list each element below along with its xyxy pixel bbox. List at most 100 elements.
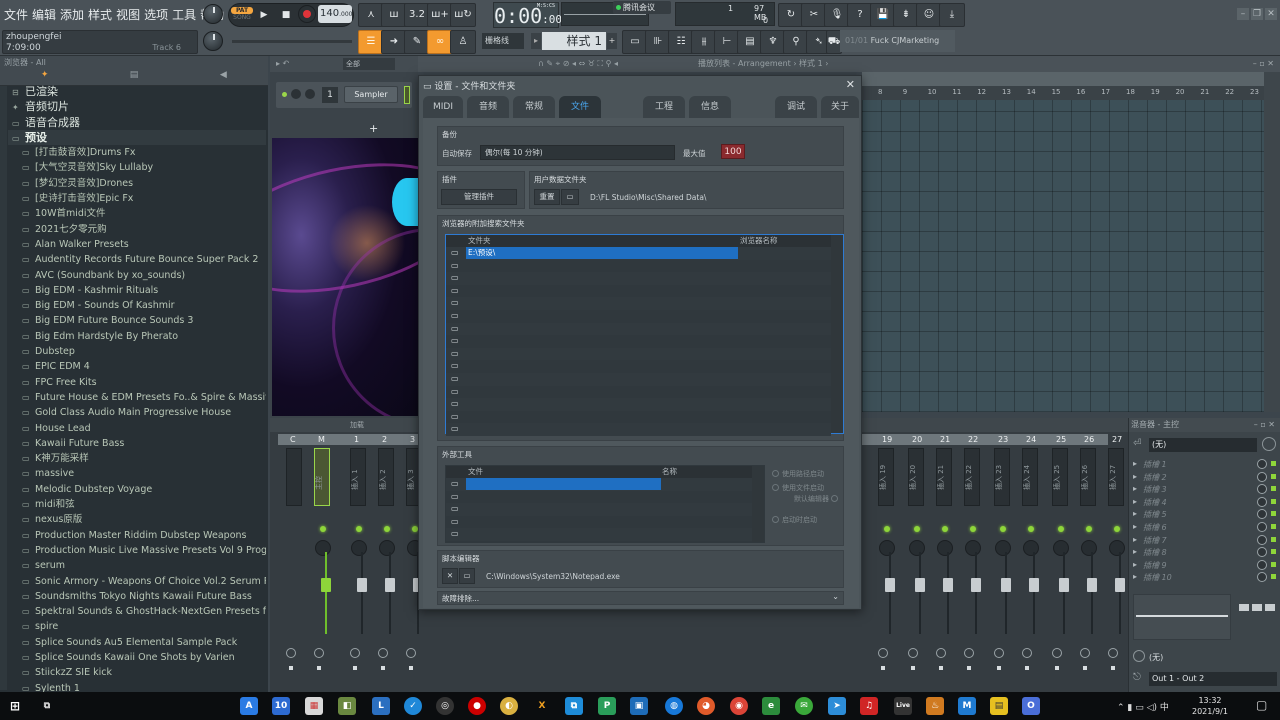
search-folders-scrollbar[interactable] [831, 235, 843, 433]
browser-item[interactable]: ▭ 语音合成器 [8, 115, 266, 130]
launch-on-start-radio[interactable]: 启动时启动 [772, 515, 817, 525]
volume-fader[interactable] [357, 578, 367, 592]
effect-slot[interactable]: ▸ 插槽 7 [1133, 534, 1279, 547]
pan-knob[interactable] [1053, 540, 1069, 556]
effect-slot[interactable]: ▸ 插槽 8 [1133, 546, 1279, 559]
search-folder-path[interactable] [466, 323, 468, 335]
menu-patterns[interactable]: 样式 [88, 6, 112, 23]
browser-tab-all-icon[interactable]: ✦ [0, 70, 89, 85]
manage-plugins-button[interactable]: 管理插件 [441, 189, 517, 205]
track-enable-led[interactable] [1028, 526, 1034, 532]
browser-scrollbar[interactable] [0, 86, 7, 690]
pycharm-icon[interactable]: P [598, 697, 616, 715]
search-folder-path[interactable] [466, 423, 468, 435]
folder-icon[interactable]: ▭ [451, 529, 459, 538]
search-folder-path[interactable] [466, 335, 468, 347]
app-screen-icon[interactable]: ▤ [990, 697, 1008, 715]
volume-fader[interactable] [1029, 578, 1039, 592]
clock-icon[interactable] [1080, 648, 1090, 658]
browser-item[interactable]: ▭ Gold Class Audio Main Progressive House [8, 405, 266, 420]
effect-slot[interactable]: ▸ 插槽 5 [1133, 508, 1279, 521]
track-enable-led[interactable] [1114, 526, 1120, 532]
browser-item[interactable]: ▭ Audentity Records Future Bounce Super P… [8, 252, 266, 267]
track-enable-led[interactable] [970, 526, 976, 532]
mixer-track-number[interactable]: 22 [968, 434, 978, 445]
browser-item[interactable]: ▭ Big EDM Future Bounce Sounds 3 [8, 313, 266, 328]
track-enable-led[interactable] [356, 526, 362, 532]
external-tool-row[interactable]: ▭ [446, 491, 752, 504]
browser-item[interactable]: ▭ [打击鼓音效]Drums Fx [8, 145, 266, 160]
clock-icon[interactable] [994, 648, 1004, 658]
send-dot[interactable] [381, 666, 385, 670]
search-folder-row[interactable]: ▭ [446, 423, 831, 436]
browser-item[interactable]: ▭ Kawaii Future Bass [8, 436, 266, 451]
windows-start-icon[interactable]: ⊞ [6, 697, 24, 715]
eq-sliders[interactable] [1237, 594, 1277, 640]
browser-item[interactable]: ▭ Splice Sounds Au5 Elemental Sample Pack [8, 635, 266, 650]
app-mc-icon[interactable]: ◧ [338, 697, 356, 715]
mixer-strip[interactable]: 插入 21 [932, 448, 959, 688]
browser-header[interactable]: 浏览器 - All [0, 56, 268, 70]
external-tool-file[interactable] [466, 516, 468, 528]
volume-fader[interactable] [915, 578, 925, 592]
app-color-icon[interactable]: ◕ [697, 697, 715, 715]
pan-knob[interactable] [379, 540, 395, 556]
app-10-icon[interactable]: 10 [272, 697, 290, 715]
wechat-icon[interactable]: ✉ [795, 697, 813, 715]
browser-item[interactable]: ▭ Big EDM - Sounds Of Kashmir [8, 298, 266, 313]
menu-options[interactable]: 选项 [144, 6, 168, 23]
output-select[interactable]: Out 1 - Out 2 [1149, 672, 1277, 686]
browser-item[interactable]: ▭ FPC Free Kits [8, 375, 266, 390]
mixer-strip[interactable]: 插入 2 [374, 448, 401, 688]
mixer-track-number[interactable]: 25 [1056, 434, 1066, 445]
mixer-preset-label[interactable]: 加载 [350, 421, 364, 429]
search-folder-row[interactable]: ▭ [446, 373, 831, 386]
pan-knob[interactable] [995, 540, 1011, 556]
pattern-prev-icon[interactable]: ▸ [531, 33, 541, 49]
search-folder-path[interactable] [466, 285, 468, 297]
play-button[interactable]: ▶ [255, 6, 273, 25]
app-x-icon[interactable]: X [533, 697, 551, 715]
send-dot[interactable] [1083, 666, 1087, 670]
external-tool-row[interactable]: ▭ [446, 528, 752, 541]
mixer-strip[interactable]: 插入 20 [904, 448, 931, 688]
reset-button[interactable]: 重置 [534, 189, 560, 205]
default-editor-radio[interactable]: 默认编辑器 [794, 494, 841, 504]
volume-fader[interactable] [1115, 578, 1125, 592]
minimize-icon[interactable]: – [1237, 8, 1249, 20]
pan-knob[interactable] [879, 540, 895, 556]
add-channel-icon[interactable]: + [369, 122, 378, 135]
max-backups-field[interactable]: 100 [721, 144, 745, 159]
playlist-tools-icon[interactable]: ∩ ✎ ⌖ ⊘ ◂ ⇔ ♉ ⛶ ⚲ ◂ [538, 56, 618, 72]
browser-tab-plugins-icon[interactable]: ◀ [179, 70, 268, 85]
browser-item[interactable]: ▭ [大气空灵音效]Sky Lullaby [8, 160, 266, 175]
send-dot[interactable] [1055, 666, 1059, 670]
meeting-indicator[interactable]: 腾讯会议 [613, 1, 671, 14]
mixer-strip[interactable]: 插入 27 [1104, 448, 1131, 688]
mixer-track-number[interactable]: 26 [1084, 434, 1094, 445]
browser-item[interactable]: ▭ Alan Walker Presets [8, 237, 266, 252]
eq-display[interactable] [1133, 594, 1231, 640]
track-enable-led[interactable] [914, 526, 920, 532]
troubleshooting-expander[interactable]: 故障排除... ⌄ [437, 591, 844, 605]
slot-mix-knob[interactable] [1257, 559, 1267, 570]
send-dot[interactable] [289, 666, 293, 670]
mixer-track-number[interactable]: 27 [1112, 434, 1122, 445]
external-tool-row[interactable]: ▭ [446, 478, 752, 491]
browser-tab-project-icon[interactable]: ▤ [89, 70, 178, 85]
folder-icon[interactable]: ▭ [451, 492, 459, 501]
folder-icon[interactable]: ▭ [451, 261, 459, 270]
volume-fader[interactable] [1059, 578, 1069, 592]
effect-slot[interactable]: ▸ 插槽 3 [1133, 483, 1279, 496]
slot-mix-knob[interactable] [1257, 522, 1267, 532]
channel-name-button[interactable]: Sampler [344, 86, 398, 103]
folder-icon[interactable]: ▭ [451, 504, 459, 513]
stop-button[interactable]: ■ [277, 6, 295, 25]
browser-item[interactable]: ▭ Big Edm Hardstyle By Pherato [8, 329, 266, 344]
external-tool-file[interactable] [466, 528, 468, 540]
search-folder-row[interactable]: ▭ [446, 335, 831, 348]
master-pitch-knob[interactable] [203, 31, 223, 51]
tab-general[interactable]: 常规 [513, 96, 555, 118]
search-folders-list[interactable]: 文件夹 浏览器名称 ▭ E:\预设\ ▭ ▭ ▭ ▭ ▭ ▭ ▭ ▭ ▭ ▭ ▭ ▭ ▭ ▭ [445, 234, 844, 436]
notification-icon[interactable]: ▢ [1256, 698, 1267, 712]
